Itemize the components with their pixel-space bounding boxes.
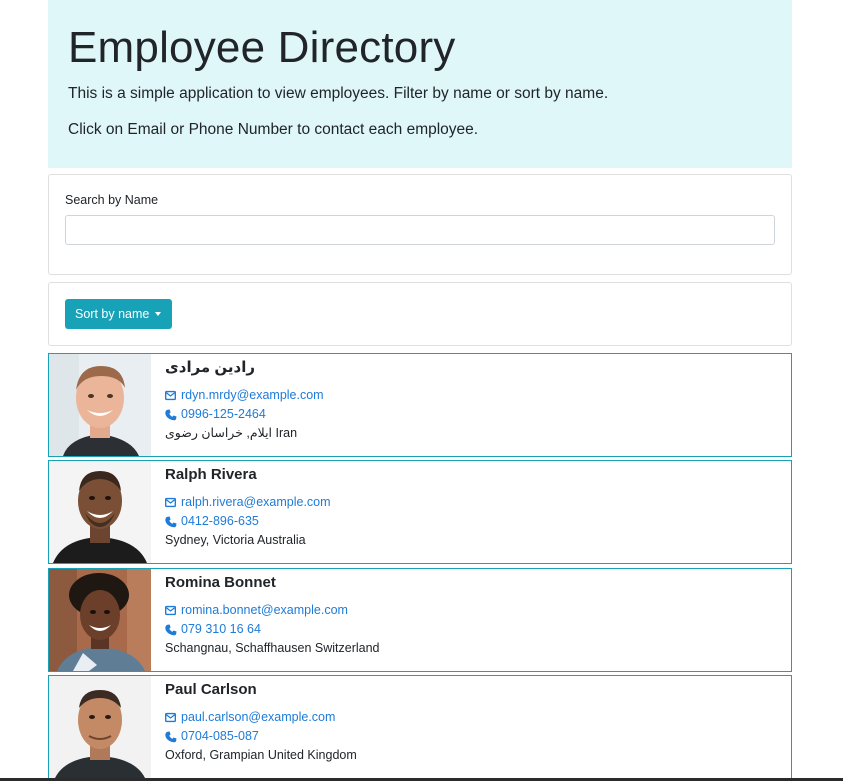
employee-name: Paul Carlson	[165, 681, 257, 698]
employee-phone-link[interactable]: 079 310 16 64	[181, 620, 261, 639]
employee-card: رادین مرادی rdyn.mrdy@example.com 0996-1…	[48, 353, 792, 457]
employee-email-link[interactable]: rdyn.mrdy@example.com	[181, 386, 324, 405]
sort-card: Sort by name	[48, 282, 792, 346]
employee-email-link[interactable]: paul.carlson@example.com	[181, 708, 335, 727]
employee-card: Paul Carlson paul.carlson@example.com 07…	[48, 675, 792, 779]
employee-location: Oxford, Grampian United Kingdom	[165, 748, 357, 762]
phone-icon	[165, 624, 177, 636]
envelope-icon	[165, 390, 177, 402]
caret-down-icon	[155, 312, 162, 316]
employee-photo	[49, 461, 151, 563]
man-smiling-portrait-icon	[49, 461, 151, 563]
employee-email-row: paul.carlson@example.com	[165, 708, 357, 727]
employee-info: Paul Carlson paul.carlson@example.com 07…	[165, 680, 357, 765]
employee-phone-link[interactable]: 0704-085-087	[181, 727, 259, 746]
employee-phone-row: 0412-896-635	[165, 512, 331, 531]
employee-name: Ralph Rivera	[165, 466, 257, 483]
woman-smiling-portrait-icon	[49, 569, 151, 671]
employee-email-link[interactable]: ralph.rivera@example.com	[181, 493, 331, 512]
employee-email-row: romina.bonnet@example.com	[165, 601, 380, 620]
envelope-icon	[165, 605, 177, 617]
envelope-icon	[165, 497, 177, 509]
sort-button-label: Sort by name	[75, 307, 150, 321]
employee-photo	[49, 354, 151, 456]
employee-email-row: rdyn.mrdy@example.com	[165, 386, 324, 405]
employee-info: Ralph Rivera ralph.rivera@example.com 04…	[165, 465, 331, 550]
page-instructions: Click on Email or Phone Number to contac…	[68, 121, 479, 138]
employee-phone-row: 0704-085-087	[165, 727, 357, 746]
man-portrait-icon	[49, 676, 151, 778]
employee-email-link[interactable]: romina.bonnet@example.com	[181, 601, 348, 620]
employee-name: Romina Bonnet	[165, 574, 276, 591]
employee-location: Schangnau, Schaffhausen Switzerland	[165, 641, 380, 655]
employee-info: رادین مرادی rdyn.mrdy@example.com 0996-1…	[165, 358, 324, 443]
phone-icon	[165, 409, 177, 421]
employee-phone-link[interactable]: 0412-896-635	[181, 512, 259, 531]
employee-photo	[49, 569, 151, 671]
employee-phone-link[interactable]: 0996-125-2464	[181, 405, 266, 424]
employee-photo	[49, 676, 151, 778]
employee-location: ایلام, خراسان رضوی Iran	[165, 426, 298, 440]
search-input[interactable]	[65, 215, 775, 245]
main-container: Employee Directory This is a simple appl…	[48, 0, 792, 779]
page-description: This is a simple application to view emp…	[68, 85, 609, 102]
page-title: Employee Directory	[68, 23, 456, 72]
header-jumbotron: Employee Directory This is a simple appl…	[48, 0, 792, 168]
employee-phone-row: 0996-125-2464	[165, 405, 324, 424]
sort-by-name-button[interactable]: Sort by name	[65, 299, 172, 329]
employee-info: Romina Bonnet romina.bonnet@example.com …	[165, 573, 380, 658]
employee-name: رادین مرادی	[165, 359, 255, 376]
search-label: Search by Name	[65, 193, 159, 207]
employee-card: Romina Bonnet romina.bonnet@example.com …	[48, 568, 792, 672]
employee-location: Sydney, Victoria Australia	[165, 533, 306, 547]
employee-email-row: ralph.rivera@example.com	[165, 493, 331, 512]
phone-icon	[165, 731, 177, 743]
employee-phone-row: 079 310 16 64	[165, 620, 380, 639]
man-smiling-portrait-icon	[49, 354, 151, 456]
envelope-icon	[165, 712, 177, 724]
search-card: Search by Name	[48, 174, 792, 275]
employee-card: Ralph Rivera ralph.rivera@example.com 04…	[48, 460, 792, 564]
phone-icon	[165, 516, 177, 528]
